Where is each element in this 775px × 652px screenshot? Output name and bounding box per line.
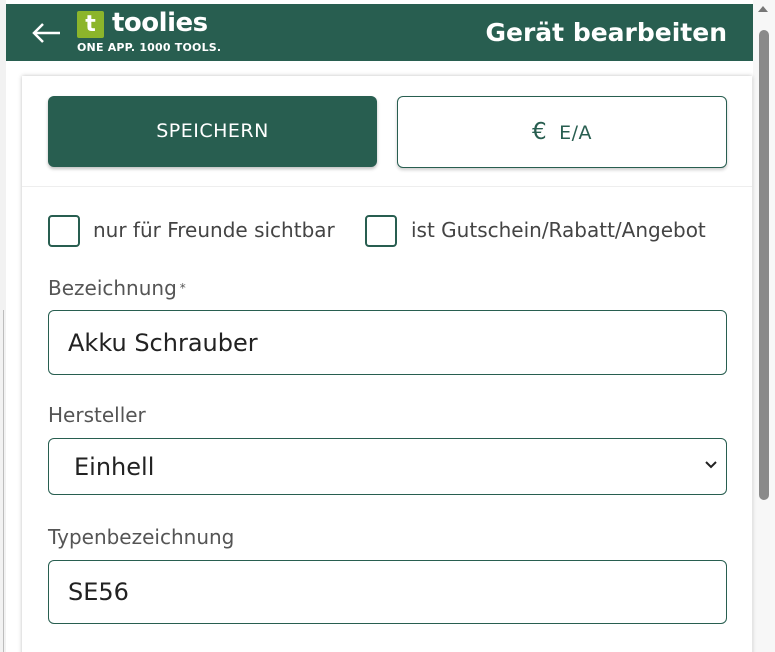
page-title: Gerät bearbeiten xyxy=(485,18,727,47)
friends-only-label: nur für Freunde sichtbar xyxy=(93,218,335,242)
divider xyxy=(22,186,752,187)
voucher-label: ist Gutschein/Rabatt/Angebot xyxy=(411,218,706,242)
typenbezeichnung-value: SE56 xyxy=(68,578,129,606)
required-mark: * xyxy=(179,281,186,295)
income-expense-label: E/A xyxy=(559,122,593,144)
voucher-checkbox[interactable] xyxy=(365,215,397,247)
typenbezeichnung-input[interactable]: SE56 xyxy=(48,560,727,624)
scrollbar-thumb[interactable] xyxy=(759,30,769,500)
euro-icon: € xyxy=(531,119,548,145)
back-arrow-icon[interactable] xyxy=(30,18,64,48)
friends-only-checkbox[interactable] xyxy=(48,215,80,247)
chevron-down-icon xyxy=(705,461,717,469)
typenbezeichnung-label: Typenbezeichnung xyxy=(48,525,235,549)
logo-mark: t xyxy=(77,11,104,38)
window-left-edge xyxy=(0,0,6,652)
hersteller-label: Hersteller xyxy=(48,403,146,427)
bezeichnung-label: Bezeichnung * xyxy=(48,276,186,300)
app-header: t toolies ONE APP. 1000 TOOLS. Gerät bea… xyxy=(6,4,753,61)
hersteller-select[interactable]: Einhell xyxy=(48,438,727,495)
save-button[interactable]: SPEICHERN xyxy=(48,96,377,167)
bezeichnung-input[interactable]: Akku Schrauber xyxy=(48,310,727,375)
scroll-up-arrow-icon[interactable] xyxy=(758,6,768,12)
hersteller-value: Einhell xyxy=(74,452,155,481)
bezeichnung-value: Akku Schrauber xyxy=(68,328,258,357)
logo-text: toolies xyxy=(112,8,208,38)
income-expense-button[interactable]: € E/A xyxy=(397,96,727,168)
form-card: SPEICHERN € E/A nur für Freunde sichtbar … xyxy=(22,76,752,652)
logo-tagline: ONE APP. 1000 TOOLS. xyxy=(77,41,222,54)
